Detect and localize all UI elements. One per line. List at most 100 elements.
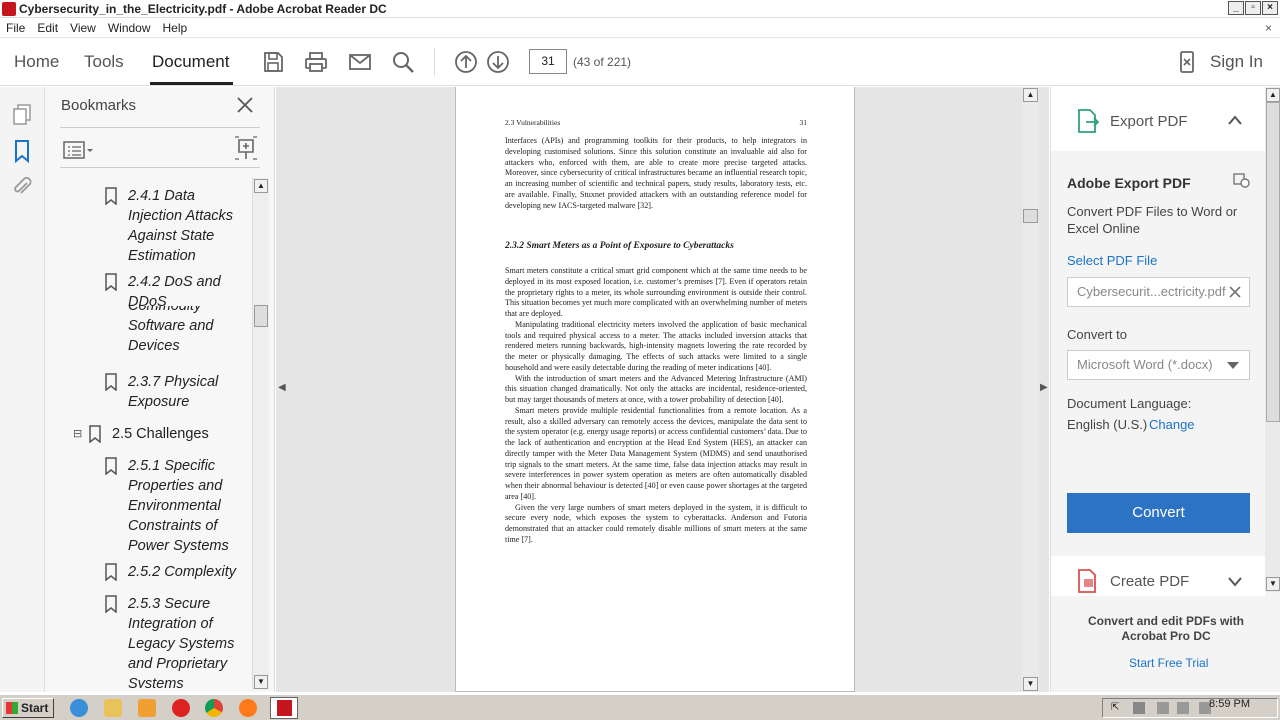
scroll-thumb[interactable] (1266, 102, 1280, 422)
section-heading: 2.3.2 Smart Meters as a Point of Exposur… (505, 241, 734, 251)
add-bookmark-icon[interactable] (233, 135, 259, 161)
previous-page-icon[interactable] (454, 50, 478, 74)
scroll-thumb[interactable] (1023, 209, 1038, 223)
bookmark-item[interactable]: 2.3.7 Physical Exposure (128, 372, 248, 412)
flag-icon[interactable] (1133, 702, 1145, 714)
card-description: Convert PDF Files to Word or Excel Onlin… (1067, 204, 1238, 236)
bookmark-item[interactable]: 2.4.1 Data Injection Attacks Against Sta… (128, 186, 248, 266)
bookmark-item[interactable]: Commodity Software and Devices (128, 306, 248, 358)
scroll-up-arrow-icon[interactable]: ▲ (1023, 88, 1038, 102)
bookmark-item[interactable]: 2.5 Challenges (112, 424, 209, 444)
close-window-button[interactable]: × (1262, 1, 1278, 15)
collapse-right-panel-icon[interactable]: ▶ (1040, 382, 1048, 393)
windows-taskbar: Start ⇱ 8:59 PM (0, 694, 1280, 720)
tab-home[interactable]: Home (14, 52, 59, 72)
bookmark-item[interactable]: 2.4.2 DoS and DDoS (128, 272, 248, 306)
acrobat-taskbar-button[interactable] (270, 697, 298, 719)
change-language-link[interactable]: Change (1149, 417, 1195, 432)
bookmark-icon (89, 425, 101, 443)
file-explorer-icon[interactable] (104, 699, 122, 717)
chevron-down-icon[interactable] (1228, 577, 1242, 587)
paragraph-text: Given the very large numbers of smart me… (505, 502, 807, 544)
page-thumbnails-icon[interactable] (10, 103, 34, 127)
scroll-down-arrow-icon[interactable]: ▼ (254, 675, 268, 689)
menu-help[interactable]: Help (157, 18, 194, 38)
search-icon[interactable] (391, 50, 415, 74)
page-header: 2.3 Vulnerabilities 31 (505, 118, 807, 127)
collapse-toggle-icon[interactable]: ⊟ (73, 424, 82, 444)
bookmark-icon (105, 373, 117, 391)
convert-button[interactable]: Convert (1067, 493, 1250, 533)
antivirus-icon[interactable] (172, 699, 190, 717)
scroll-down-arrow-icon[interactable]: ▼ (1023, 677, 1038, 691)
create-pdf-label: Create PDF (1110, 573, 1190, 590)
bookmark-item[interactable]: 2.5.1 Specific Properties and Environmen… (128, 456, 248, 556)
tab-document[interactable]: Document (152, 52, 229, 72)
email-icon[interactable] (348, 50, 372, 74)
chrome-icon[interactable] (205, 699, 223, 717)
export-pdf-label: Export PDF (1110, 113, 1188, 130)
restore-button[interactable]: ▫ (1245, 1, 1261, 15)
clear-file-icon[interactable] (1229, 286, 1241, 298)
attachments-icon[interactable] (10, 175, 34, 199)
scroll-up-arrow-icon[interactable]: ▲ (254, 179, 268, 193)
bookmarks-panel-icon[interactable] (10, 139, 34, 164)
menu-edit[interactable]: Edit (31, 18, 64, 38)
selected-file-field[interactable]: Cybersecurit...ectricity.pdf (1067, 277, 1250, 307)
tools-pane-scrollbar[interactable]: ▲ ▼ (1265, 87, 1280, 592)
bookmarks-scrollbar[interactable]: ▲ ▼ (252, 178, 269, 690)
select-pdf-file-link[interactable]: Select PDF File (1067, 253, 1157, 268)
scroll-down-arrow-icon[interactable]: ▼ (1266, 577, 1280, 591)
start-button[interactable]: Start (2, 698, 54, 718)
start-free-trial-link[interactable]: Start Free Trial (1129, 656, 1208, 670)
create-pdf-icon (1078, 569, 1096, 593)
save-icon[interactable] (261, 50, 285, 74)
media-player-icon[interactable] (138, 699, 156, 717)
tools-pane: Export PDF Adobe Export PDF Convert PDF … (1050, 87, 1280, 692)
divider (60, 167, 260, 168)
bookmark-options-icon[interactable] (63, 139, 97, 161)
bookmark-item[interactable]: 2.5.3 Secure Integration of Legacy Syste… (128, 594, 248, 688)
close-document-icon[interactable]: × (1265, 18, 1272, 38)
convert-format-select[interactable]: Microsoft Word (*.docx) (1067, 350, 1250, 380)
sign-in-link[interactable]: Sign In (1210, 52, 1263, 72)
export-pdf-header[interactable]: Export PDF (1051, 87, 1265, 151)
tray-expand-icon[interactable]: ⇱ (1111, 702, 1121, 714)
menu-window[interactable]: Window (102, 18, 157, 38)
create-pdf-header[interactable]: Create PDF (1051, 556, 1265, 596)
collapse-left-panel-icon[interactable]: ◀ (278, 382, 286, 393)
scroll-thumb[interactable] (254, 305, 268, 327)
paragraph-text: Smart meters constitute a critical smart… (505, 266, 807, 318)
internet-explorer-icon[interactable] (70, 699, 88, 717)
chevron-up-icon[interactable] (1228, 115, 1242, 125)
close-icon[interactable] (235, 95, 255, 115)
file-name: Cybersecurit...ectricity.pdf (1077, 284, 1226, 299)
firefox-icon[interactable] (239, 699, 257, 717)
document-viewport[interactable]: ◀ 2.3 Vulnerabilities 31 Interfaces (API… (276, 87, 1049, 692)
mobile-link-icon[interactable] (1175, 50, 1199, 74)
scroll-up-arrow-icon[interactable]: ▲ (1266, 88, 1280, 102)
paragraph-text: Manipulating traditional electricity met… (505, 319, 807, 372)
menu-file[interactable]: File (0, 18, 31, 38)
next-page-icon[interactable] (486, 50, 510, 74)
paragraph-text: Interfaces (APIs) and programming toolki… (505, 136, 807, 210)
document-scrollbar[interactable]: ▲ ▼ (1022, 87, 1039, 692)
left-nav-rail (0, 87, 45, 692)
tab-tools[interactable]: Tools (84, 52, 124, 72)
print-icon[interactable] (304, 50, 328, 74)
menu-bar: File Edit View Window Help × (0, 18, 1280, 38)
paragraph: Interfaces (APIs) and programming toolki… (505, 136, 807, 211)
page-number-input[interactable]: 31 (529, 49, 567, 74)
volume-icon[interactable] (1177, 702, 1189, 714)
page-number: 31 (799, 118, 808, 127)
running-header: 2.3 Vulnerabilities (505, 118, 561, 127)
bookmark-item[interactable]: 2.5.2 Complexity (128, 562, 248, 582)
export-settings-icon[interactable] (1233, 173, 1251, 189)
minimize-button[interactable]: _ (1228, 1, 1244, 15)
menu-view[interactable]: View (64, 18, 102, 38)
document-language-label: Document Language: (1067, 396, 1192, 411)
bookmark-icon (105, 563, 117, 581)
window-controls: _ ▫ × (1228, 1, 1278, 15)
bookmark-icon (105, 187, 117, 205)
network-icon[interactable] (1157, 702, 1169, 714)
